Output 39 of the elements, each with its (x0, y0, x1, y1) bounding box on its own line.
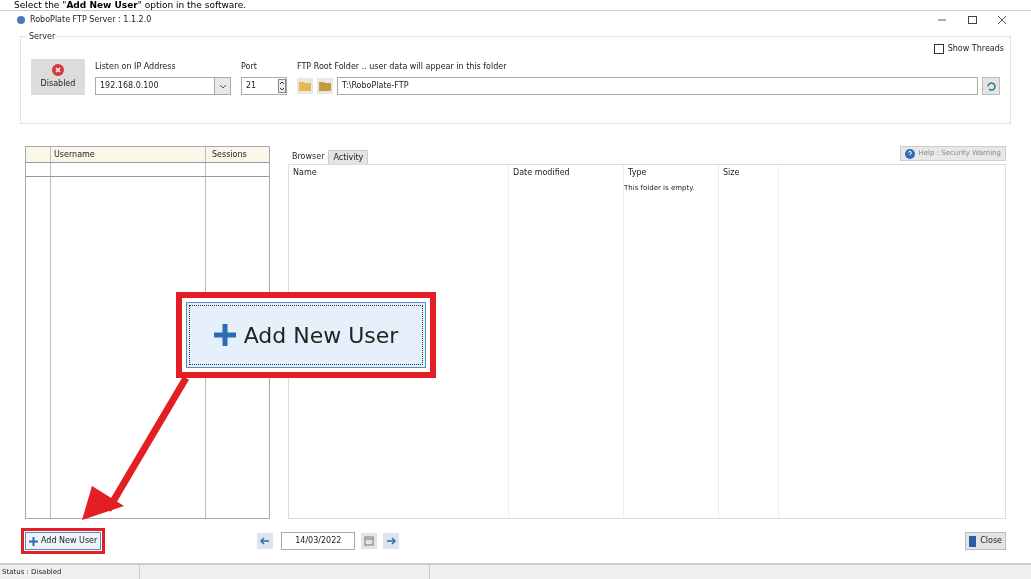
previous-button[interactable] (257, 533, 274, 549)
column-header[interactable]: Name (289, 165, 508, 179)
arrow-right-icon (386, 537, 397, 545)
plus-icon (29, 536, 38, 546)
calendar-button[interactable] (361, 533, 378, 549)
refresh-icon (985, 80, 997, 92)
column-header[interactable]: Type (624, 165, 718, 179)
column-header[interactable]: Date modified (509, 165, 623, 179)
chevron-down-icon (218, 83, 227, 89)
refresh-button[interactable] (982, 77, 1000, 95)
minimize-icon (938, 18, 946, 21)
column-header[interactable]: Size (719, 165, 778, 179)
folder-label: FTP Root Folder .. user data will appear in this folder (297, 61, 508, 73)
tab[interactable]: Activity (328, 150, 369, 164)
checkbox-label: Show Threads (947, 43, 1004, 55)
port-spinner[interactable]: 21 (241, 77, 287, 95)
help-icon (905, 148, 916, 159)
instruction-caption: Select the "Add New User" option in the software. (14, 0, 247, 10)
calendar-icon (364, 536, 375, 546)
plus-icon (213, 324, 236, 346)
spinner-arrows-icon (278, 79, 286, 93)
folder-path-field[interactable]: T:\RoboPlate-FTP (337, 77, 978, 95)
window-title: RoboPlate FTP Server : 1.1.2.0 (30, 13, 152, 26)
door-icon (969, 535, 978, 547)
error-icon (52, 64, 64, 76)
folder-icon (319, 81, 331, 91)
port-label: Port (241, 61, 258, 73)
arrow-left-icon (260, 537, 271, 545)
ip-dropdown[interactable]: 192.168.0.100 (95, 77, 231, 95)
date-field[interactable]: 14/03/2022 (281, 532, 356, 550)
next-button[interactable] (383, 533, 400, 549)
folder-icon (299, 81, 311, 91)
column-header[interactable]: Username (51, 147, 206, 162)
app-icon (16, 14, 26, 25)
checkbox[interactable] (933, 44, 944, 54)
close-icon (998, 15, 1006, 24)
close-button[interactable]: Close (965, 532, 1006, 550)
column-header[interactable]: Sessions (206, 147, 269, 162)
ip-label: Listen on IP Address (95, 61, 177, 73)
